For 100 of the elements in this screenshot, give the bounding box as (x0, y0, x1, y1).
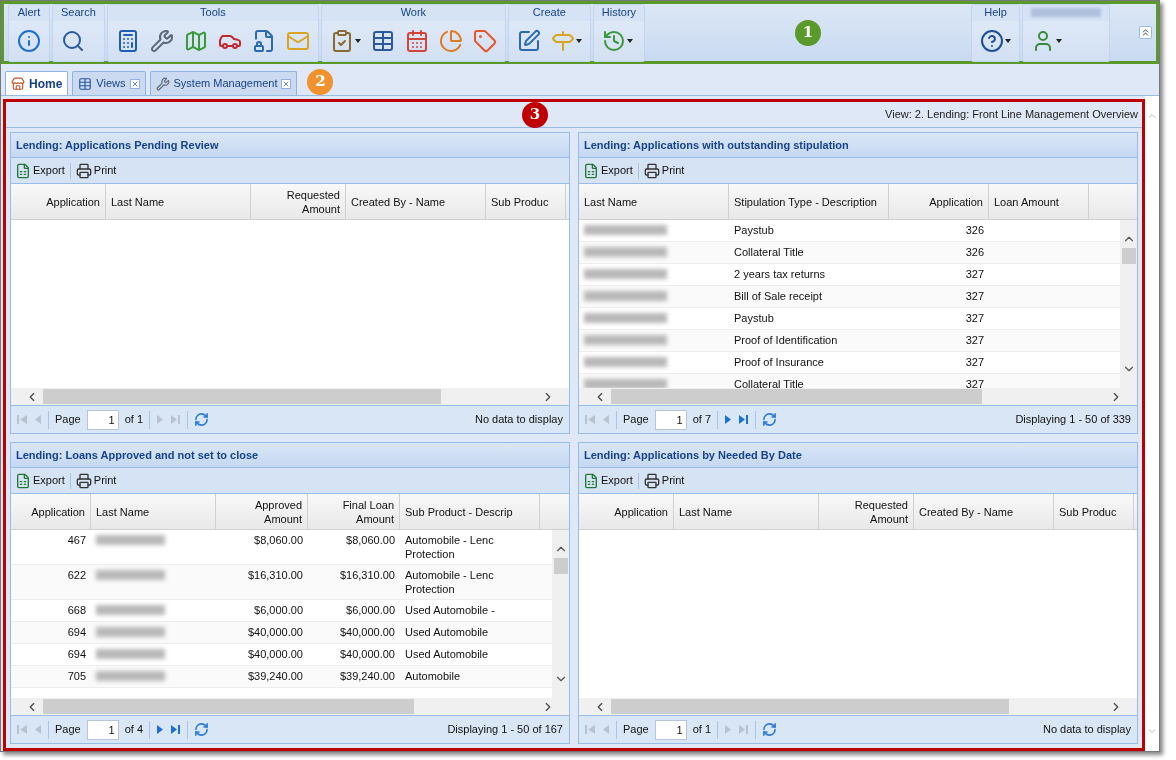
table-cell: 327 (965, 378, 984, 388)
horizontal-scrollbar[interactable] (11, 698, 569, 715)
page-field[interactable]: 1 (86, 409, 119, 430)
tab[interactable]: System Management (149, 71, 298, 95)
column-header[interactable]: Last Name (91, 494, 216, 529)
next-page-icon[interactable] (156, 724, 165, 735)
export-button[interactable]: Export (15, 472, 65, 489)
table-cell: $6,000.00 (346, 604, 395, 616)
last-page-icon[interactable] (738, 414, 750, 425)
column-header[interactable]: Last Name (674, 494, 819, 529)
spreadsheet-icon (15, 472, 31, 489)
table-cell: Automobile - Lenc Protection (405, 534, 494, 560)
column-header[interactable]: Loan Amount (989, 184, 1089, 219)
scroll-thumb[interactable] (611, 389, 982, 404)
close-icon[interactable] (129, 78, 140, 89)
callout-badge: 3 (522, 101, 548, 128)
page-field[interactable]: 1 (654, 719, 687, 740)
panel-title: Lending: Applications by Needed By Date (584, 447, 802, 463)
scroll-thumb[interactable] (553, 558, 568, 574)
horizontal-scrollbar[interactable] (579, 388, 1137, 405)
column-header[interactable]: Final Loan Amount (308, 494, 400, 529)
column-header[interactable]: Sub Produc (486, 184, 566, 219)
scroll-thumb[interactable] (43, 389, 441, 404)
panel-title: Lending: Applications Pending Review (16, 137, 219, 153)
column-header[interactable]: Application (11, 184, 106, 219)
search-icon (61, 28, 85, 53)
view-selector[interactable]: View: 2. Lending: Front Line Management Overview (885, 106, 1138, 123)
print-button[interactable]: Print (75, 472, 117, 489)
table-cell: Used Automobile - (405, 604, 495, 616)
clock-icon (601, 28, 626, 53)
callout-badge: 1 (795, 19, 822, 46)
column-header[interactable]: Requested Amount (819, 494, 914, 529)
last-page-icon[interactable] (170, 724, 182, 735)
next-page-icon[interactable] (724, 414, 733, 425)
scroll-thumb[interactable] (43, 699, 414, 714)
caret-icon (1005, 38, 1011, 43)
tag-icon (472, 28, 497, 53)
column-header[interactable]: Application (579, 494, 674, 529)
blurred-name (96, 570, 165, 580)
refresh-icon[interactable] (762, 412, 778, 427)
calendar-icon (404, 28, 429, 53)
group-title: Search (61, 5, 96, 21)
signpost-icon (550, 28, 575, 53)
column-header[interactable]: Created By - Name (914, 494, 1054, 529)
pie-chart-icon (438, 28, 463, 53)
blurred-name (96, 671, 165, 681)
pager-status: No data to display (474, 412, 563, 428)
spreadsheet-icon (583, 472, 599, 489)
column-header[interactable]: Stipulation Type - Description (729, 184, 889, 219)
group-title: Help (984, 5, 1007, 21)
info-icon (17, 28, 41, 53)
scroll-thumb[interactable] (1121, 248, 1136, 264)
refresh-icon[interactable] (194, 412, 210, 427)
print-button[interactable]: Print (643, 162, 685, 179)
vertical-scrollbar[interactable] (552, 530, 569, 698)
export-button[interactable]: Export (583, 162, 633, 179)
column-header[interactable]: Last Name (106, 184, 251, 219)
map-icon (183, 28, 208, 53)
printer-icon (643, 472, 660, 489)
table-cell: 2 years tax returns (734, 268, 826, 280)
page-field[interactable]: 1 (654, 409, 687, 430)
column-header[interactable]: Application (889, 184, 989, 219)
table-icon (78, 76, 93, 91)
column-header[interactable]: Last Name (579, 184, 729, 219)
help-icon (980, 28, 1004, 53)
wrench-icon (149, 28, 174, 53)
column-header[interactable]: Created By - Name (346, 184, 486, 219)
export-button[interactable]: Export (15, 162, 65, 179)
vertical-scrollbar[interactable] (1120, 220, 1137, 388)
table-cell: 326 (965, 246, 984, 258)
horizontal-scrollbar[interactable] (579, 698, 1137, 715)
column-header[interactable]: Application (11, 494, 91, 529)
house-icon (11, 76, 25, 91)
column-header[interactable]: Sub Product - Descrip (400, 494, 540, 529)
group-title: Tools (200, 5, 226, 21)
export-button[interactable]: Export (583, 472, 633, 489)
scroll-thumb[interactable] (611, 699, 1009, 714)
tab[interactable]: Views (72, 71, 146, 95)
panel-title: Lending: Applications with outstanding stipulation (584, 137, 849, 153)
table-cell: 705 (67, 670, 86, 682)
column-header[interactable]: Approved Amount (216, 494, 308, 529)
collapse-icon[interactable] (1139, 26, 1152, 39)
refresh-icon[interactable] (194, 722, 210, 737)
print-button[interactable]: Print (75, 162, 117, 179)
table-cell: 694 (67, 626, 86, 638)
column-header[interactable]: Sub Produc (1054, 494, 1134, 529)
close-icon[interactable] (281, 78, 292, 89)
table-cell: 622 (67, 569, 86, 581)
horizontal-scrollbar[interactable] (11, 388, 569, 405)
refresh-icon[interactable] (762, 722, 778, 737)
tab[interactable]: Home (5, 71, 69, 95)
table-cell: 327 (965, 334, 984, 346)
table-cell: 327 (965, 356, 984, 368)
table-cell: Automobile (405, 670, 461, 682)
printer-icon (75, 472, 92, 489)
table-cell: 327 (965, 268, 984, 280)
column-header[interactable]: Requested Amount (251, 184, 346, 219)
blurred-name (96, 605, 165, 615)
print-button[interactable]: Print (643, 472, 685, 489)
page-field[interactable]: 1 (86, 719, 119, 740)
